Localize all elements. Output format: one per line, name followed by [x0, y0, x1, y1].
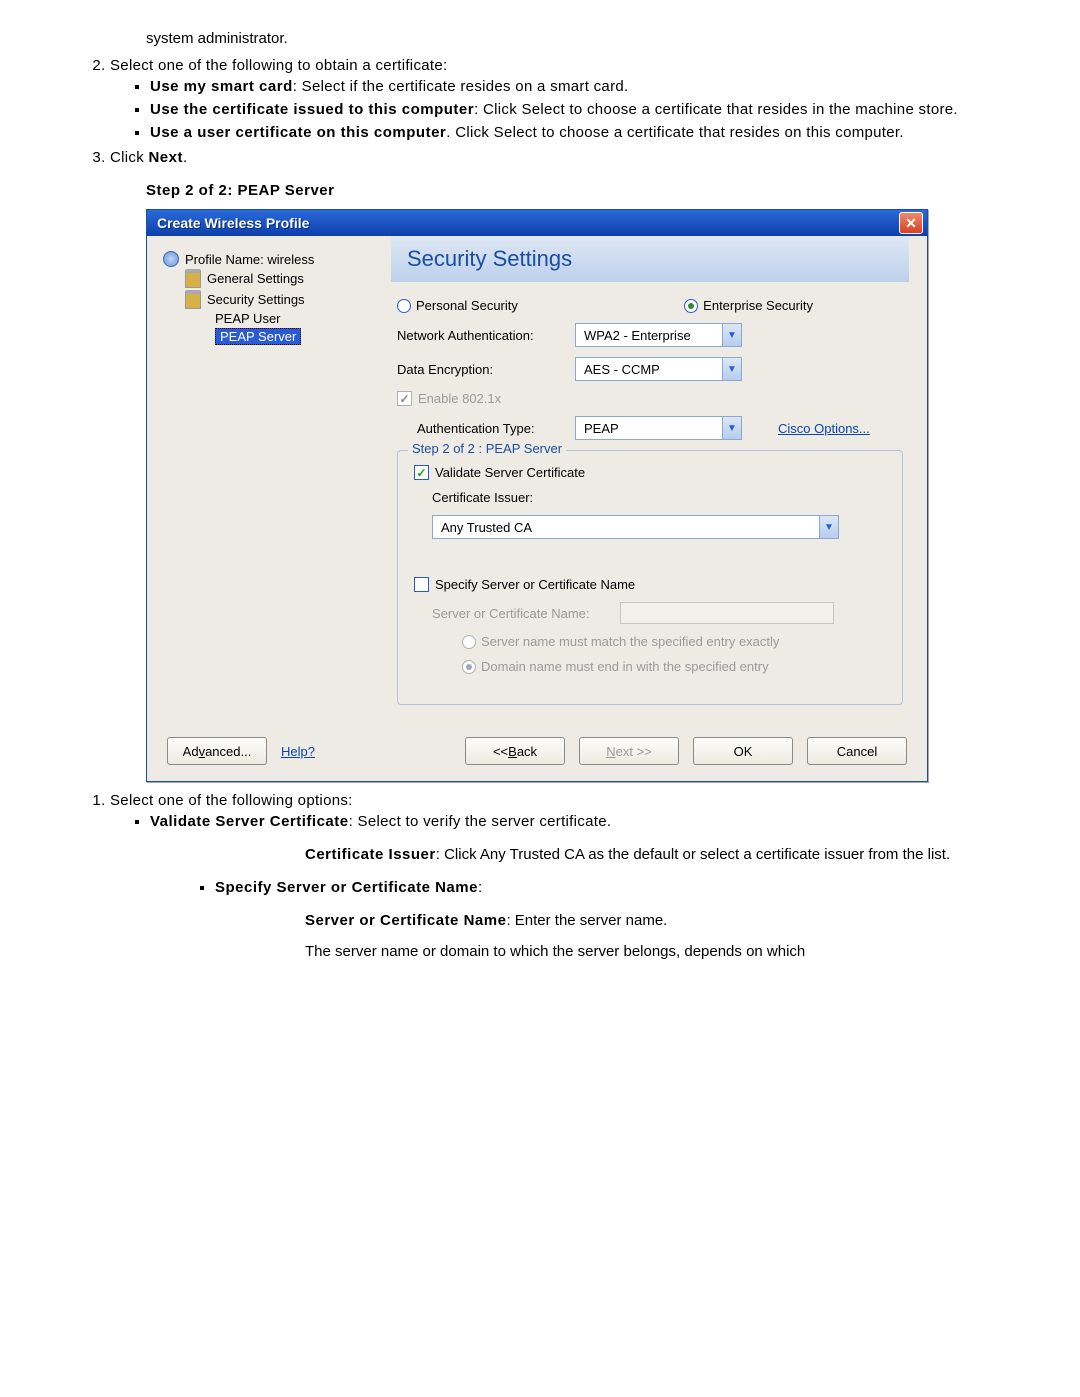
step-heading: Step 2 of 2: PEAP Server [146, 182, 1040, 199]
radio-off-icon [397, 299, 411, 313]
lock-icon [185, 290, 201, 309]
label-cert-issuer: Certificate Issuer: [432, 490, 533, 505]
checkbox-enable-8021x: ✓ Enable 802.1x [397, 391, 501, 406]
link-cisco-options[interactable]: Cisco Options... [778, 421, 870, 436]
checkbox-specify-server-name[interactable]: Specify Server or Certificate Name [414, 577, 635, 592]
close-icon[interactable]: ✕ [899, 212, 923, 234]
post-opt-specify: Specify Server or Certificate Name: [215, 877, 1040, 898]
chevron-down-icon: ▼ [819, 516, 838, 538]
cert-issuer-paragraph: Certificate Issuer: Click Any Trusted CA… [305, 846, 1040, 863]
chevron-down-icon: ▼ [722, 358, 741, 380]
server-name-paragraph: Server or Certificate Name: Enter the se… [305, 912, 1040, 929]
back-button[interactable]: << Back [465, 737, 565, 765]
radio-match-exact: Server name must match the specified ent… [462, 634, 779, 649]
group-peap-server: Step 2 of 2 : PEAP Server ✓ Validate Ser… [397, 450, 903, 705]
radio-on-icon [684, 299, 698, 313]
radio-enterprise-security[interactable]: Enterprise Security [684, 298, 813, 313]
opt-smartcard-label: Use my smart card [150, 78, 293, 95]
radio-off-icon [462, 635, 476, 649]
instruction-item-2-text: Select one of the following to obtain a … [110, 57, 447, 74]
input-server-name [620, 602, 834, 624]
select-data-encryption[interactable]: AES - CCMP ▼ [575, 357, 742, 381]
opt-user-cert: Use a user certificate on this computer.… [150, 122, 1040, 143]
dialog-title: Create Wireless Profile [157, 215, 899, 231]
checkbox-unchecked-icon [414, 577, 429, 592]
opt-issued-label: Use the certificate issued to this compu… [150, 101, 474, 118]
group-legend: Step 2 of 2 : PEAP Server [408, 441, 566, 456]
dialog-titlebar[interactable]: Create Wireless Profile ✕ [147, 210, 927, 236]
tree-security-settings[interactable]: Security Settings [163, 289, 383, 310]
post-instruction-1: Select one of the following options: Val… [110, 790, 1040, 832]
cancel-button[interactable]: Cancel [807, 737, 907, 765]
checkbox-checked-icon: ✓ [397, 391, 412, 406]
post-opt-validate: Validate Server Certificate: Select to v… [150, 811, 1040, 832]
label-auth-type: Authentication Type: [417, 421, 567, 436]
tree-peap-user[interactable]: PEAP User [163, 310, 383, 327]
radio-personal-security[interactable]: Personal Security [397, 298, 518, 313]
help-link[interactable]: Help? [281, 744, 315, 759]
prev-trailing-text: system administrator. [146, 30, 1040, 47]
advanced-button[interactable]: Advanced... [167, 737, 267, 765]
tree-profile-row[interactable]: Profile Name: wireless [163, 250, 383, 268]
nav-tree: Profile Name: wireless General Settings … [147, 236, 391, 723]
select-auth-type[interactable]: PEAP ▼ [575, 416, 742, 440]
label-network-auth: Network Authentication: [397, 328, 567, 343]
checkbox-validate-server-cert[interactable]: ✓ Validate Server Certificate [414, 465, 585, 480]
chevron-down-icon: ▼ [722, 324, 741, 346]
opt-smartcard: Use my smart card: Select if the certifi… [150, 76, 1040, 97]
ok-button[interactable]: OK [693, 737, 793, 765]
instruction-item-3: Click Next. [110, 147, 1040, 168]
radio-domain-ends: Domain name must end in with the specifi… [462, 659, 769, 674]
checkbox-checked-icon: ✓ [414, 465, 429, 480]
label-data-encryption: Data Encryption: [397, 362, 567, 377]
next-button: Next >> [579, 737, 679, 765]
tree-selected-item: PEAP Server [215, 328, 301, 345]
dialog-footer: Advanced... Help? << Back Next >> OK Can… [147, 723, 927, 781]
server-name-paragraph-2: The server name or domain to which the s… [305, 943, 1040, 960]
select-network-auth[interactable]: WPA2 - Enterprise ▼ [575, 323, 742, 347]
panel-title: Security Settings [391, 236, 909, 282]
instruction-list-top: Select one of the following to obtain a … [110, 55, 1040, 168]
post-instruction-1-text: Select one of the following options: [110, 792, 353, 809]
instruction-list-bottom: Select one of the following options: Val… [110, 790, 1040, 832]
tree-general-settings[interactable]: General Settings [163, 268, 383, 289]
select-cert-issuer[interactable]: Any Trusted CA ▼ [432, 515, 839, 539]
instruction-item-2: Select one of the following to obtain a … [110, 55, 1040, 143]
chevron-down-icon: ▼ [722, 417, 741, 439]
tree-peap-server[interactable]: PEAP Server [163, 327, 383, 346]
lock-icon [185, 269, 201, 288]
radio-on-icon [462, 660, 476, 674]
create-wireless-profile-dialog: Create Wireless Profile ✕ Profile Name: … [146, 209, 928, 782]
opt-issued-computer: Use the certificate issued to this compu… [150, 99, 1040, 120]
cert-options-list: Use my smart card: Select if the certifi… [150, 76, 1040, 143]
label-server-name: Server or Certificate Name: [432, 606, 612, 621]
wifi-icon [163, 251, 179, 267]
opt-user-label: Use a user certificate on this computer [150, 124, 446, 141]
